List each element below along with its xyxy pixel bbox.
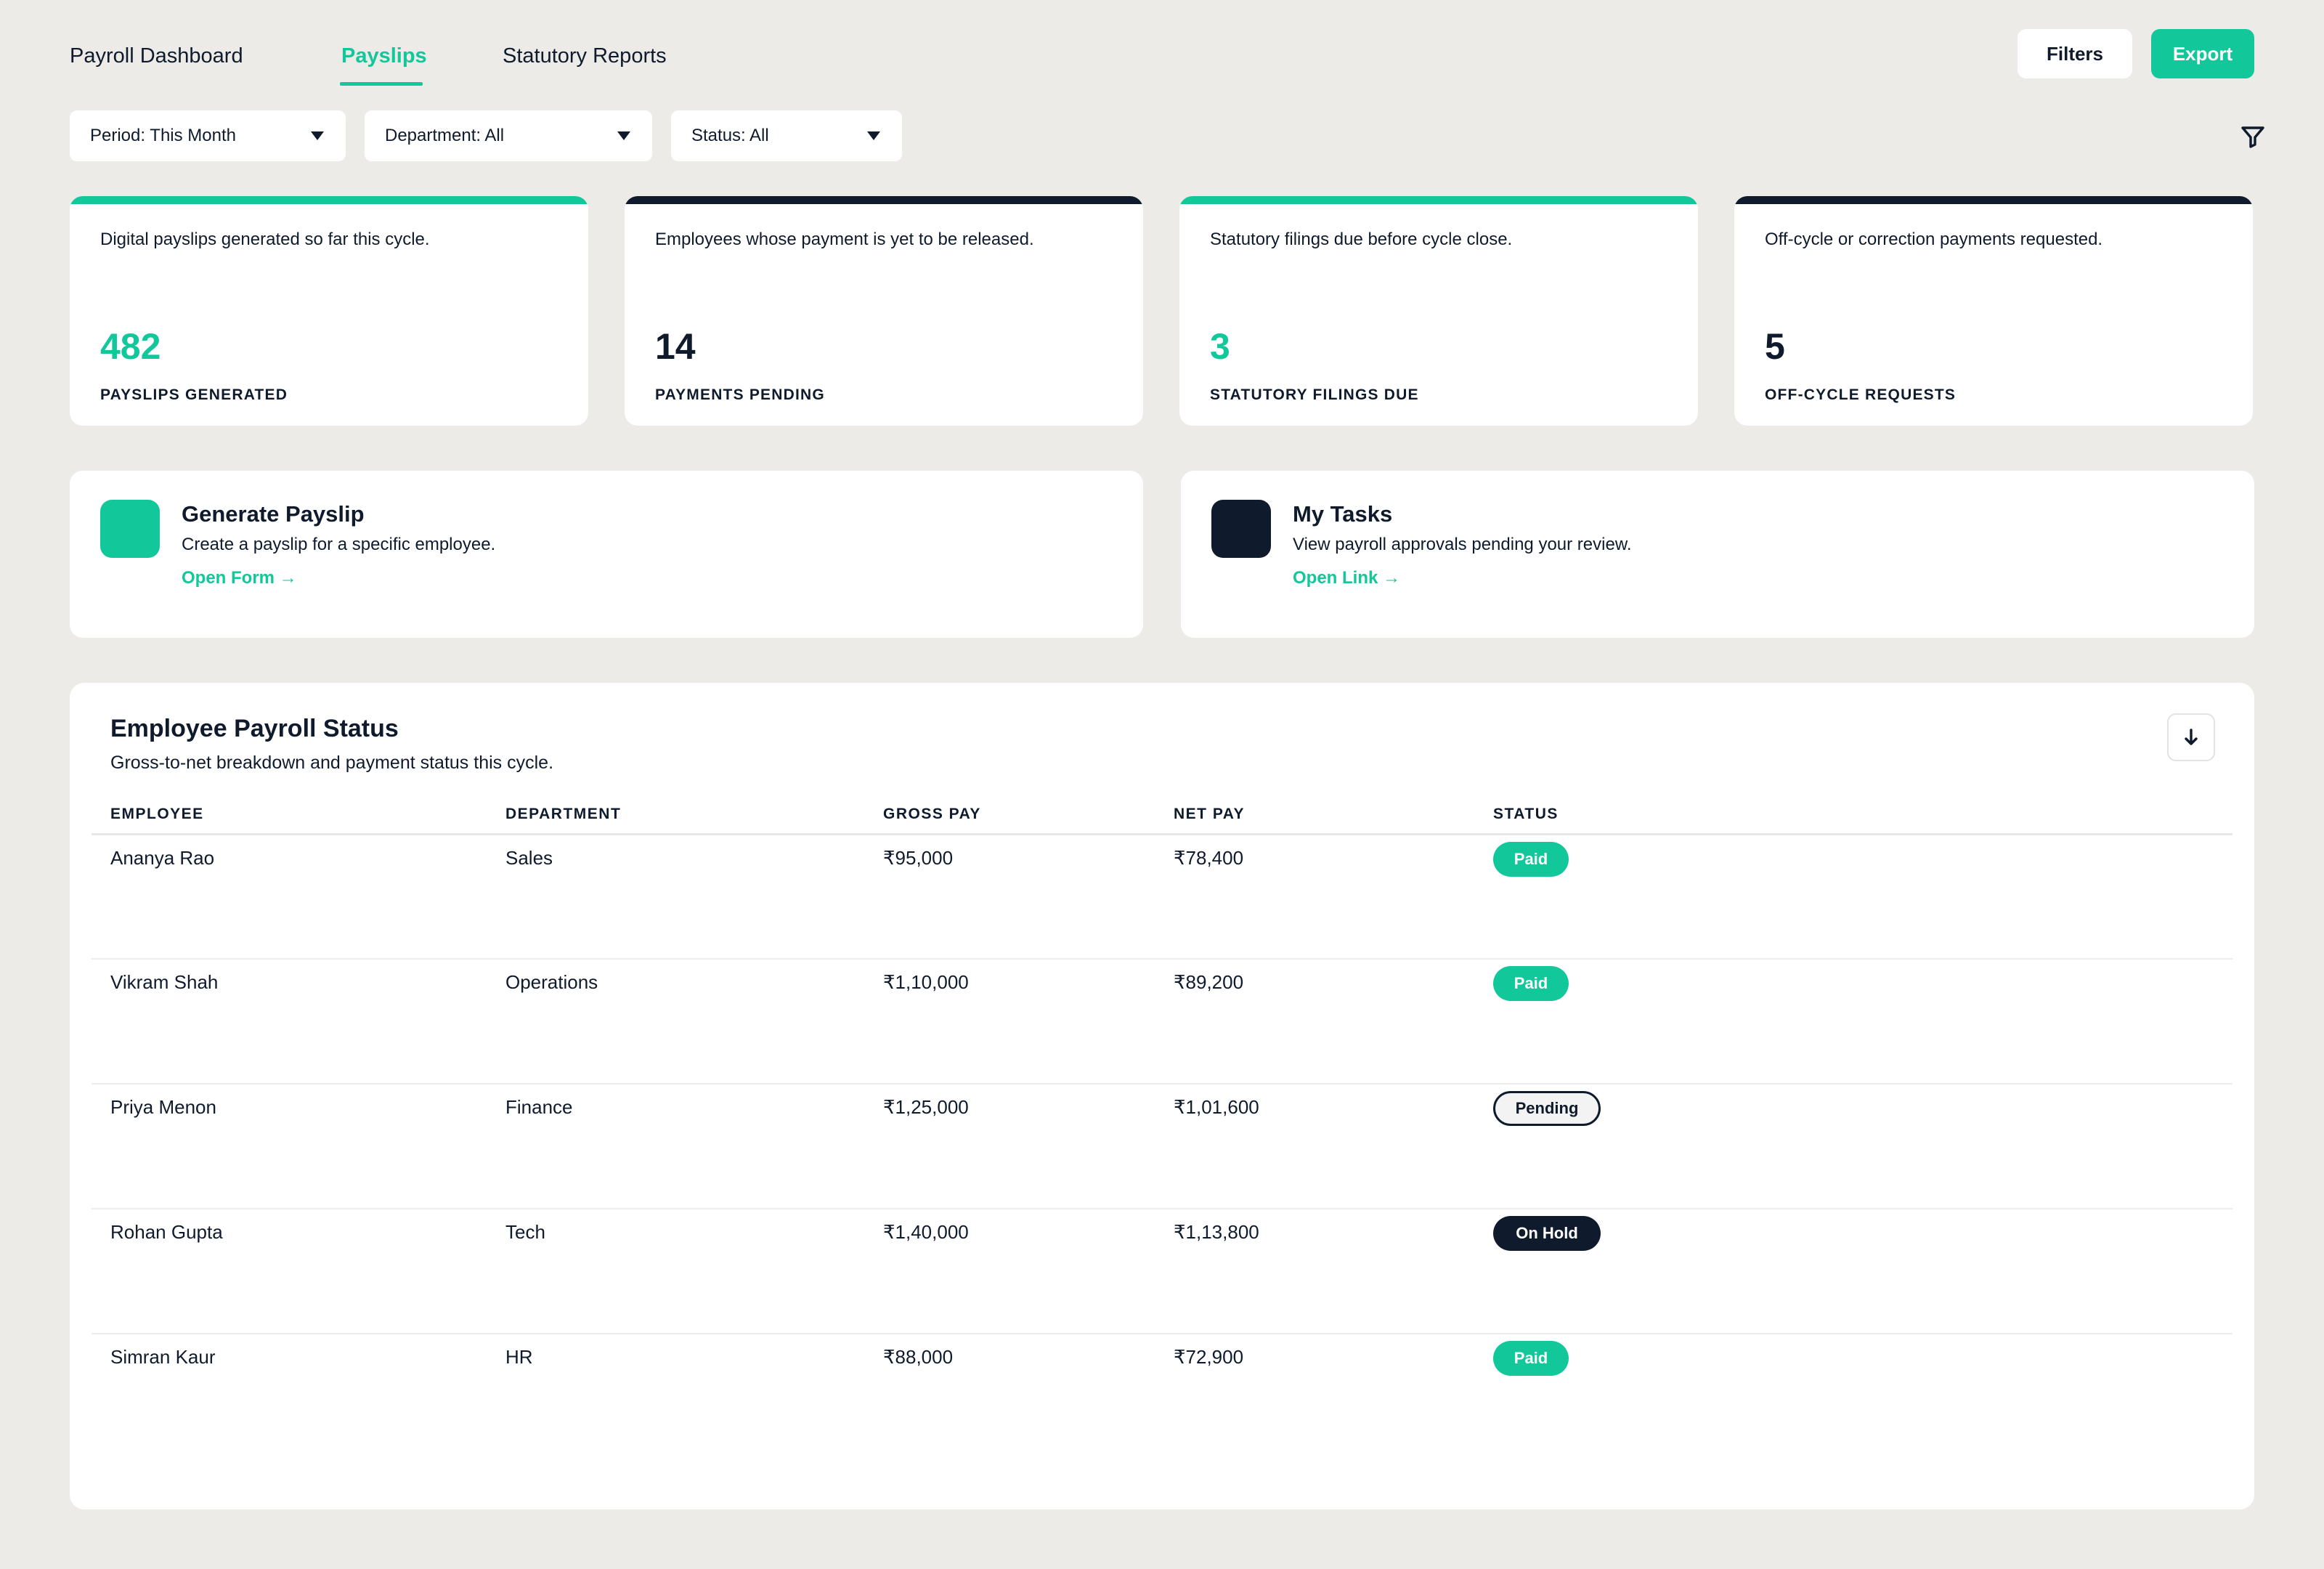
employee-cell: Rohan Gupta (92, 1209, 487, 1334)
column-header-department[interactable]: DEPARTMENT (487, 796, 864, 835)
table-row[interactable]: Vikram Shah Operations ₹1,10,000 ₹89,200… (92, 959, 2232, 1084)
net-pay-cell: ₹72,900 (1174, 1346, 1244, 1368)
kpi-card-statutory-filings: Statutory filings due before cycle close… (1179, 196, 1698, 426)
caret-down-icon (617, 131, 630, 140)
status-badge: Paid (1493, 841, 1569, 877)
download-button[interactable] (2167, 713, 2215, 761)
filter-row: Period: This Month Department: All Statu… (70, 110, 902, 161)
quick-action-description: Create a payslip for a specific employee… (182, 535, 496, 554)
top-bar: Payroll Dashboard Payslips Statutory Rep… (70, 28, 2254, 86)
department-select-value: Department: All (385, 126, 505, 145)
payroll-table: EMPLOYEE DEPARTMENT GROSS PAY NET PAY ST… (92, 796, 2232, 1459)
employee-cell: Vikram Shah (92, 959, 487, 1084)
kpi-value: 14 (655, 326, 696, 367)
kpi-label: PAYSLIPS GENERATED (100, 386, 288, 403)
table-row[interactable]: Ananya Rao Sales ₹95,000 ₹78,400 Paid (92, 834, 2232, 960)
caret-down-icon (867, 131, 880, 140)
kpi-description: Digital payslips generated so far this c… (100, 230, 430, 249)
status-cell: On Hold (1474, 1209, 2232, 1334)
status-cell: Pending (1474, 1084, 2232, 1209)
tab-payslips[interactable]: Payslips (340, 28, 503, 86)
gross-pay-cell: ₹95,000 (864, 834, 1155, 960)
header-actions: Filters Export (2018, 29, 2254, 78)
status-select-value: Status: All (691, 126, 769, 145)
kpi-accent-bar (625, 196, 1143, 204)
export-button[interactable]: Export (2151, 29, 2254, 78)
table-row[interactable]: Rohan Gupta Tech ₹1,40,000 ₹1,13,800 On … (92, 1209, 2232, 1334)
kpi-description: Off-cycle or correction payments request… (1765, 230, 2103, 249)
period-select[interactable]: Period: This Month (70, 110, 346, 161)
status-badge: Pending (1493, 1091, 1601, 1126)
kpi-label: PAYMENTS PENDING (655, 386, 825, 403)
status-cell: Paid (1474, 959, 2232, 1084)
kpi-description: Statutory filings due before cycle close… (1210, 230, 1513, 249)
department-cell: Finance (487, 1084, 864, 1209)
net-pay-cell: ₹1,13,800 (1155, 1209, 1474, 1334)
quick-action-title: My Tasks (1293, 501, 1393, 527)
kpi-value: 3 (1210, 326, 1230, 367)
tab-statutory-reports[interactable]: Statutory Reports (503, 28, 667, 84)
kpi-value: 482 (100, 326, 161, 367)
department-cell: Operations (487, 959, 864, 1084)
table-row[interactable]: Simran Kaur HR ₹88,000 ₹72,900 Paid (92, 1334, 2232, 1459)
column-header-employee[interactable]: EMPLOYEE (92, 796, 487, 835)
department-cell: HR (505, 1346, 533, 1368)
kpi-label: STATUTORY FILINGS DUE (1210, 386, 1419, 403)
department-cell: Tech (487, 1209, 864, 1334)
column-header-net-pay[interactable]: NET PAY (1155, 796, 1474, 835)
status-badge: On Hold (1493, 1216, 1601, 1251)
panel-subtitle: Gross-to-net breakdown and payment statu… (110, 753, 554, 773)
tab-bar: Payroll Dashboard Payslips Statutory Rep… (70, 28, 667, 86)
open-link-link[interactable]: Open Link → (1293, 568, 1400, 588)
kpi-card-off-cycle-requests: Off-cycle or correction payments request… (1734, 196, 2253, 426)
period-select-value: Period: This Month (90, 126, 236, 145)
column-header-gross-pay[interactable]: GROSS PAY (864, 796, 1155, 835)
kpi-accent-bar (70, 196, 588, 204)
gross-pay-cell: ₹88,000 (883, 1346, 954, 1368)
status-cell: Paid (1474, 834, 2232, 960)
my-tasks-card: My Tasks View payroll approvals pending … (1181, 471, 2254, 638)
employee-cell: Simran Kaur (110, 1346, 216, 1368)
caret-down-icon (311, 131, 324, 140)
status-badge: Paid (1493, 966, 1569, 1001)
kpi-row: Digital payslips generated so far this c… (70, 196, 2254, 426)
column-header-status[interactable]: STATUS (1474, 796, 2232, 835)
generate-payslip-icon (100, 500, 160, 558)
kpi-value: 5 (1765, 326, 1785, 367)
status-select[interactable]: Status: All (671, 110, 902, 161)
gross-pay-cell: ₹1,10,000 (864, 959, 1155, 1084)
open-form-link[interactable]: Open Form → (182, 568, 297, 588)
my-tasks-icon (1211, 500, 1271, 558)
generate-payslip-card: Generate Payslip Create a payslip for a … (70, 471, 1143, 638)
table-header-row: EMPLOYEE DEPARTMENT GROSS PAY NET PAY ST… (92, 796, 2232, 835)
kpi-card-payslips-generated: Digital payslips generated so far this c… (70, 196, 588, 426)
status-badge: Paid (1493, 1341, 1569, 1376)
kpi-label: OFF-CYCLE REQUESTS (1765, 386, 1957, 403)
quick-action-title: Generate Payslip (182, 501, 365, 527)
quick-action-description: View payroll approvals pending your revi… (1293, 535, 1632, 554)
gross-pay-cell: ₹1,25,000 (864, 1084, 1155, 1209)
kpi-description: Employees whose payment is yet to be rel… (655, 230, 1034, 249)
tab-payroll-dashboard[interactable]: Payroll Dashboard (70, 28, 341, 84)
filter-funnel-icon[interactable] (2238, 122, 2267, 151)
net-pay-cell: ₹78,400 (1155, 834, 1474, 960)
kpi-accent-bar (1179, 196, 1698, 204)
gross-pay-cell: ₹1,40,000 (864, 1209, 1155, 1334)
table-row[interactable]: Priya Menon Finance ₹1,25,000 ₹1,01,600 … (92, 1084, 2232, 1209)
status-cell: Paid (1474, 1334, 2232, 1459)
net-pay-cell: ₹89,200 (1155, 959, 1474, 1084)
arrow-down-icon (2185, 729, 2198, 745)
net-pay-cell: ₹1,01,600 (1155, 1084, 1474, 1209)
panel-title: Employee Payroll Status (110, 715, 399, 742)
filters-button[interactable]: Filters (2018, 29, 2132, 78)
kpi-card-payments-pending: Employees whose payment is yet to be rel… (625, 196, 1143, 426)
department-cell: Sales (487, 834, 864, 960)
department-select[interactable]: Department: All (365, 110, 652, 161)
employee-cell: Ananya Rao (92, 834, 487, 960)
kpi-accent-bar (1734, 196, 2253, 204)
employee-cell: Priya Menon (92, 1084, 487, 1209)
employee-payroll-panel: Employee Payroll Status Gross-to-net bre… (70, 683, 2254, 1509)
quick-actions-row: Generate Payslip Create a payslip for a … (70, 471, 2254, 638)
